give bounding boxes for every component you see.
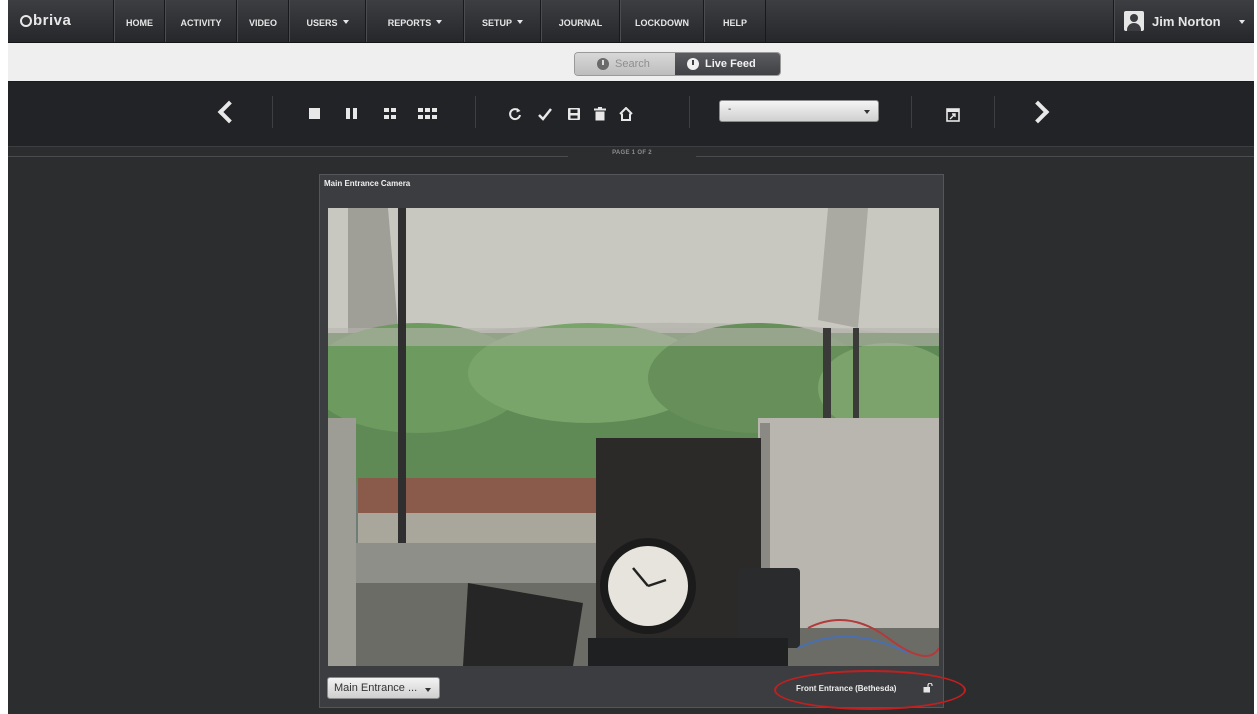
user-menu[interactable]: Jim Norton [1113, 0, 1254, 42]
camera-title: Main Entrance Camera [324, 179, 411, 188]
save-icon[interactable] [567, 107, 581, 121]
alert-icon [687, 58, 699, 70]
app-frame: briva HOME ACTIVITY VIDEO USERS REPORTS SETUP… [8, 0, 1254, 714]
toolbar-divider [475, 96, 476, 128]
page-indicator: PAGE 1 OF 2 [612, 150, 652, 156]
chevron-right-icon[interactable] [1026, 100, 1050, 124]
mode-toggle: Search Live Feed [575, 53, 780, 75]
nav-item-label: REPORTS [387, 18, 432, 28]
popout-icon[interactable] [946, 108, 960, 122]
nav-item-users[interactable]: USERS [288, 0, 366, 42]
nav-end-divider [765, 0, 766, 42]
annotation-highlight-ellipse [774, 670, 966, 710]
camera-video-feed[interactable] [328, 208, 939, 666]
nav-item-label: LOCKDOWN [635, 18, 689, 28]
user-avatar-icon [1124, 11, 1144, 31]
nav-item-setup[interactable]: SETUP [463, 0, 541, 42]
nav-item-label: HOME [126, 18, 153, 28]
nav-item-label: ACTIVITY [180, 18, 222, 28]
chevron-down-icon [342, 20, 349, 24]
page-divider-right [696, 156, 1254, 157]
camera-select-value: Main Entrance ... [334, 682, 418, 694]
top-navigation: briva HOME ACTIVITY VIDEO USERS REPORTS SETUP… [8, 0, 1254, 43]
nav-item-journal[interactable]: JOURNAL [540, 0, 620, 42]
search-mode-button[interactable]: Search [575, 53, 675, 75]
nav-item-video[interactable]: VIDEO [236, 0, 289, 42]
nav-item-reports[interactable]: REPORTS [365, 0, 464, 42]
layout-3x2-icon[interactable] [418, 108, 438, 120]
live-feed-mode-button[interactable]: Live Feed [675, 53, 780, 75]
video-toolbar: - [8, 82, 1254, 147]
checkmark-icon[interactable] [538, 107, 552, 121]
toolbar-divider [272, 96, 273, 128]
nav-item-lockdown[interactable]: LOCKDOWN [619, 0, 704, 42]
page-divider-left [8, 156, 568, 157]
nav-item-activity[interactable]: ACTIVITY [164, 0, 237, 42]
search-mode-label: Search [615, 58, 650, 70]
brand-logo[interactable]: briva [20, 12, 71, 29]
layout-select[interactable]: - [719, 100, 879, 122]
live-feed-mode-label: Live Feed [705, 58, 756, 70]
nav-item-label: SETUP [481, 18, 512, 28]
layout-select-value: - [728, 104, 732, 115]
layout-1x1-icon[interactable] [309, 108, 321, 120]
camera-panel: Main Entrance Camera Main Entrance ... F… [319, 174, 944, 708]
chevron-down-icon [864, 110, 870, 114]
layout-2x2-icon[interactable] [384, 108, 396, 120]
toolbar-divider [689, 96, 690, 128]
mode-bar: Search Live Feed [8, 43, 1254, 82]
nav-item-home[interactable]: HOME [113, 0, 165, 42]
chevron-down-icon [517, 20, 523, 24]
clock-icon [597, 58, 609, 70]
refresh-icon[interactable] [508, 107, 522, 121]
chevron-down-icon [436, 20, 443, 24]
chevron-down-icon [1239, 20, 1245, 24]
toolbar-divider [994, 96, 995, 128]
home-icon[interactable] [619, 107, 633, 121]
user-name: Jim Norton [1152, 14, 1221, 29]
nav-item-label: HELP [722, 18, 747, 28]
trash-icon[interactable] [594, 107, 606, 121]
nav-item-label: JOURNAL [558, 18, 603, 28]
toolbar-divider [911, 96, 912, 128]
camera-select[interactable]: Main Entrance ... [327, 677, 440, 699]
nav-item-help[interactable]: HELP [703, 0, 766, 42]
layout-2-icon[interactable] [346, 108, 358, 120]
nav-item-label: VIDEO [248, 18, 277, 28]
nav-item-label: USERS [306, 18, 338, 28]
chevron-down-icon [425, 688, 431, 692]
chevron-left-icon[interactable] [217, 100, 241, 124]
